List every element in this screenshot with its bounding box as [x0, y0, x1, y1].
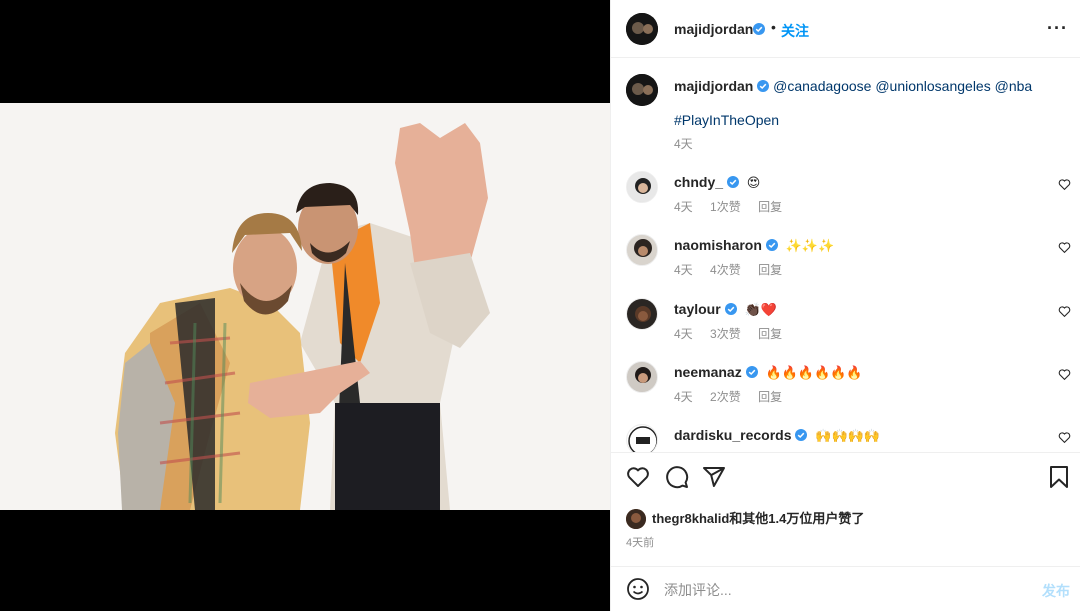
comment-likes[interactable]: 4次赞: [710, 263, 741, 277]
reply-button[interactable]: 回复: [758, 200, 782, 214]
comment-item: naomisharon ✨✨✨ 4天 4次赞 回复: [611, 228, 1080, 291]
comment-text: 😍: [746, 176, 761, 191]
comment-line: chndy_ 😍: [674, 174, 760, 191]
commenter-avatar[interactable]: [626, 298, 658, 330]
comment-username[interactable]: naomisharon: [674, 237, 762, 253]
verified-badge-icon: [726, 175, 739, 188]
comment-time: 4天: [674, 263, 693, 277]
caption-mentions[interactable]: @canadagoose @unionlosangeles @nba: [773, 78, 1032, 94]
caption-time: 4天: [674, 137, 693, 151]
comment-item: neemanaz 🔥🔥🔥🔥🔥🔥 4天 2次赞 回复: [611, 355, 1080, 418]
comment-time: 4天: [674, 327, 693, 341]
comment-line: neemanaz 🔥🔥🔥🔥🔥🔥: [674, 364, 863, 381]
heart-icon[interactable]: [1058, 178, 1071, 191]
separator-dot: •: [771, 19, 776, 35]
comment-meta: 4天 1次赞 回复: [674, 198, 796, 215]
smiley-icon[interactable]: [626, 577, 650, 601]
author-avatar[interactable]: [626, 13, 658, 45]
heart-icon[interactable]: [1058, 305, 1071, 318]
author-username[interactable]: majidjordan: [674, 21, 753, 37]
follow-button[interactable]: 关注: [781, 21, 809, 41]
comment-text: ✨✨✨: [785, 239, 835, 254]
post-detail-panel: majidjordan • 关注 ··· majidjordan @canada…: [610, 0, 1080, 611]
post-timestamp: 4天前: [626, 537, 655, 549]
comment-username[interactable]: dardisku_records: [674, 427, 792, 443]
heart-icon[interactable]: [1058, 241, 1071, 254]
verified-badge-icon: [795, 428, 808, 441]
caption-hashtag[interactable]: #PlayInTheOpen: [674, 112, 779, 128]
reply-button[interactable]: 回复: [758, 327, 782, 341]
comment-time: 4天: [674, 200, 693, 214]
comment-likes[interactable]: 2次赞: [710, 390, 741, 404]
verified-badge-icon: [753, 22, 765, 35]
comment-line: dardisku_records 🙌🙌🙌🙌: [674, 427, 880, 444]
comment-input[interactable]: [664, 579, 1024, 601]
comment-line: taylour 👏🏿❤️: [674, 301, 777, 318]
comment-icon[interactable]: [665, 465, 689, 489]
comment-item: dardisku_records 🙌🙌🙌🙌: [611, 418, 1080, 452]
comment-likes[interactable]: 1次赞: [710, 200, 741, 214]
post-media[interactable]: [0, 0, 610, 611]
caption-avatar[interactable]: [626, 74, 658, 106]
comment-text: 🔥🔥🔥🔥🔥🔥: [765, 366, 863, 381]
comment-meta: 4天 3次赞 回复: [674, 325, 796, 342]
reply-button[interactable]: 回复: [758, 263, 782, 277]
comment-username[interactable]: neemanaz: [674, 364, 742, 380]
heart-icon[interactable]: [626, 465, 650, 489]
comment-text: 👏🏿❤️: [744, 303, 777, 318]
more-options-icon[interactable]: ···: [1047, 18, 1068, 39]
caption-line: majidjordan @canadagoose @unionlosangele…: [674, 78, 1032, 94]
add-comment-bar: 发布: [611, 566, 1080, 611]
post-comment-button[interactable]: 发布: [1042, 581, 1070, 601]
likes-summary[interactable]: thegr8khalid和其他1.4万位用户赞了: [626, 508, 864, 529]
commenter-avatar[interactable]: [626, 234, 658, 266]
post-photo[interactable]: [0, 103, 610, 510]
liker-avatar: [626, 509, 646, 529]
comment-username[interactable]: chndy_: [674, 174, 723, 190]
bookmark-icon[interactable]: [1047, 465, 1071, 489]
verified-badge-icon: [765, 238, 778, 251]
comment-meta: 4天 4次赞 回复: [674, 261, 796, 278]
photo-illustration: [0, 103, 610, 510]
comment-text: 🙌🙌🙌🙌: [815, 429, 881, 444]
verified-badge-icon: [724, 302, 737, 315]
commenter-avatar[interactable]: [626, 424, 658, 452]
verified-badge-icon: [745, 365, 758, 378]
comment-likes[interactable]: 3次赞: [710, 327, 741, 341]
paper-plane-icon[interactable]: [702, 465, 726, 489]
post-actions: thegr8khalid和其他1.4万位用户赞了 4天前: [611, 452, 1080, 570]
heart-icon[interactable]: [1058, 368, 1071, 381]
comment-item: taylour 👏🏿❤️ 4天 3次赞 回复: [611, 292, 1080, 355]
comment-time: 4天: [674, 390, 693, 404]
verified-badge-icon: [757, 79, 770, 92]
likes-text: thegr8khalid和其他1.4万位用户赞了: [652, 511, 865, 526]
reply-button[interactable]: 回复: [758, 390, 782, 404]
heart-icon[interactable]: [1058, 431, 1071, 444]
comment-meta: 4天 2次赞 回复: [674, 388, 796, 405]
comment-line: naomisharon ✨✨✨: [674, 237, 834, 254]
caption-username[interactable]: majidjordan: [674, 78, 753, 94]
commenter-avatar[interactable]: [626, 171, 658, 203]
post-header: majidjordan • 关注 ···: [611, 0, 1080, 58]
comment-item: chndy_ 😍 4天 1次赞 回复: [611, 165, 1080, 228]
commenter-avatar[interactable]: [626, 361, 658, 393]
comment-username[interactable]: taylour: [674, 301, 721, 317]
comments-list[interactable]: majidjordan @canadagoose @unionlosangele…: [611, 59, 1080, 452]
